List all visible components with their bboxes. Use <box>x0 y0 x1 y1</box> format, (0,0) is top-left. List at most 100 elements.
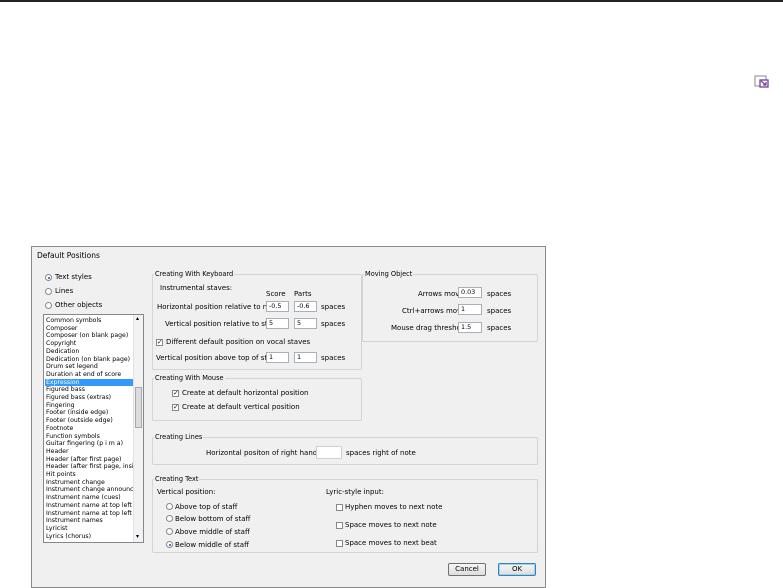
style-list-item[interactable]: Composer (on blank page) <box>46 332 134 339</box>
spaces-unit-label: spaces <box>487 324 512 332</box>
horizontal-parts-field[interactable]: -0.6 <box>294 301 317 312</box>
spaces-right-label: spaces right of note <box>346 449 416 457</box>
checkbox-label: Different default position on vocal stav… <box>166 338 311 346</box>
style-list-item[interactable]: Guitar fingering (p i m a) <box>46 440 134 447</box>
style-list-item[interactable]: Instrument name at top left <box>46 502 134 509</box>
radio-label: Below bottom of staff <box>175 515 251 523</box>
radio-button[interactable] <box>166 541 173 548</box>
style-list-item[interactable]: Instrument change announcen <box>46 486 134 493</box>
vertical-score-field[interactable]: 5 <box>266 318 289 329</box>
style-list-item[interactable]: Drum set legend <box>46 363 134 370</box>
style-list-item[interactable]: Lyrics (chorus) <box>46 533 134 540</box>
spaces-unit-label: spaces <box>487 307 512 315</box>
style-list-item[interactable]: Common symbols <box>46 317 134 324</box>
checkbox-label: Space moves to next note <box>345 521 437 529</box>
vocal-parts-field[interactable]: 1 <box>294 352 317 363</box>
top-border <box>0 0 783 2</box>
drag-threshold-field[interactable]: 1.5 <box>458 322 482 333</box>
style-list-item[interactable]: Composer <box>46 325 134 332</box>
radio-label: Text styles <box>55 273 92 281</box>
style-list-item[interactable]: Footer (inside edge) <box>46 409 134 416</box>
score-column-label: Score <box>266 290 286 298</box>
checkbox[interactable]: ✓ <box>172 404 179 411</box>
right-hand-end-label: Horizontal positon of right hand end <box>206 449 333 457</box>
right-hand-end-field[interactable] <box>316 446 342 459</box>
keyboard-group-title: Creating With Keyboard <box>154 270 235 278</box>
vertical-position-label: Vertical position relative to staff: <box>165 320 280 328</box>
style-list-item[interactable]: Figured bass (extras) <box>46 394 134 401</box>
style-list-item[interactable]: Fingering <box>46 402 134 409</box>
style-list-item[interactable]: Copyright <box>46 340 134 347</box>
vertical-parts-field[interactable]: 5 <box>294 318 317 329</box>
checkbox-label: Hyphen moves to next note <box>345 503 443 511</box>
vocal-position-label: Vertical position above top of staff: <box>156 354 279 362</box>
ctrl-arrows-label: Ctrl+arrows move <box>402 307 466 315</box>
spaces-unit-label: spaces <box>321 303 346 311</box>
radio-button[interactable] <box>166 528 173 535</box>
radio-button[interactable] <box>166 515 173 522</box>
parts-column-label: Parts <box>294 290 312 298</box>
listbox-scrollbar[interactable]: ▴ ▾ <box>133 315 143 542</box>
checkbox[interactable]: ✓ <box>156 339 163 346</box>
arrows-move-label: Arrows move <box>418 290 464 298</box>
checkbox[interactable] <box>336 522 343 529</box>
checkbox[interactable] <box>336 540 343 547</box>
style-list-item[interactable]: Instrument name at top left (a <box>46 510 134 517</box>
scroll-up-icon[interactable]: ▴ <box>136 315 139 322</box>
style-list-item[interactable]: Footnote <box>46 425 134 432</box>
mouse-group <box>152 378 362 421</box>
style-list-item[interactable]: Footer (outside edge) <box>46 417 134 424</box>
spaces-unit-label: spaces <box>321 320 346 328</box>
drag-threshold-label: Mouse drag threshold <box>391 324 468 332</box>
default-positions-dialog: Default Positions Text styles Lines Othe… <box>31 246 546 588</box>
vertical-position-heading: Vertical position: <box>157 488 216 496</box>
radio-label: Above top of staff <box>175 503 238 511</box>
style-list-item[interactable]: Header (after first page, inside <box>46 463 134 470</box>
style-list-item[interactable]: Instrument names <box>46 517 134 524</box>
dialog-title: Default Positions <box>37 251 100 260</box>
style-list-item[interactable]: Function symbols <box>46 433 134 440</box>
style-list-item[interactable]: Instrument name (cues) <box>46 494 134 501</box>
arrows-move-field[interactable]: 0.03 <box>458 287 482 298</box>
horizontal-position-label: Horizontal position relative to note: <box>157 303 281 311</box>
style-list-item[interactable]: Header (after first page) <box>46 456 134 463</box>
style-list-item[interactable]: Header <box>46 448 134 455</box>
radio-label: Below middle of staff <box>175 541 249 549</box>
style-list-item[interactable]: Hit points <box>46 471 134 478</box>
cancel-button[interactable]: Cancel <box>448 563 486 576</box>
ctrl-arrows-field[interactable]: 1 <box>458 304 482 315</box>
horizontal-score-field[interactable]: -0.5 <box>266 301 289 312</box>
radio-label: Other objects <box>55 301 103 309</box>
style-list-item[interactable]: Dedication (on blank page) <box>46 356 134 363</box>
style-listbox[interactable]: Lyrics (chorus) Lyricist Instrument names I… <box>43 314 144 543</box>
scrollbar-thumb[interactable] <box>135 387 142 428</box>
text-group-title: Creating Text <box>154 475 200 483</box>
lyric-style-heading: Lyric-style input: <box>326 488 384 496</box>
checkbox[interactable] <box>336 504 343 511</box>
checkbox-label: Create at default horizontal position <box>182 389 309 397</box>
vocal-score-field[interactable]: 1 <box>266 352 289 363</box>
style-list-item[interactable]: Instrument change <box>46 479 134 486</box>
style-list-item[interactable]: Figured bass <box>46 386 134 393</box>
radio-button[interactable] <box>166 503 173 510</box>
style-list-item[interactable]: Duration at end of score <box>46 371 134 378</box>
checkbox[interactable]: ✓ <box>172 390 179 397</box>
radio-button[interactable] <box>45 302 52 309</box>
style-list-item[interactable]: Expression <box>45 378 134 386</box>
dialog-launcher-icon[interactable] <box>753 74 771 90</box>
scroll-down-icon[interactable]: ▾ <box>136 533 139 540</box>
style-list-item[interactable]: Lyricist <box>46 525 134 532</box>
radio-button[interactable] <box>45 288 52 295</box>
mouse-group-title: Creating With Mouse <box>154 374 225 382</box>
radio-button[interactable] <box>45 274 52 281</box>
checkbox-label: Create at default vertical position <box>182 403 300 411</box>
lines-group-title: Creating Lines <box>154 433 204 441</box>
spaces-unit-label: spaces <box>321 354 346 362</box>
style-list-item[interactable]: Dedication <box>46 348 134 355</box>
spaces-unit-label: spaces <box>487 290 512 298</box>
moving-object-title: Moving Object <box>364 270 414 278</box>
ok-button[interactable]: OK <box>498 563 536 576</box>
radio-label: Above middle of staff <box>175 528 250 536</box>
radio-label: Lines <box>55 287 74 295</box>
checkbox-label: Space moves to next beat <box>345 539 437 547</box>
